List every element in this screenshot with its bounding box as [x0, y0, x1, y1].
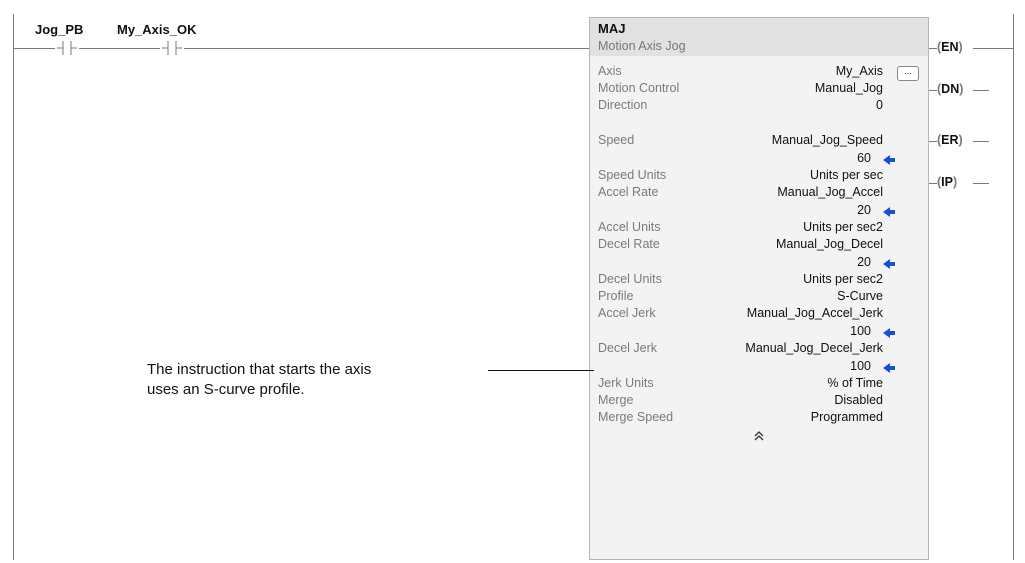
param-row-motion-control[interactable]: Motion Control Manual_Jog	[590, 81, 928, 98]
param-value[interactable]: Manual_Jog_Accel_Jerk	[747, 306, 883, 320]
output-coil-er[interactable]: (ER)	[937, 133, 963, 147]
value-arrow-icon	[883, 259, 895, 269]
param-label: Decel Units	[598, 272, 662, 286]
param-value[interactable]: Manual_Jog	[815, 81, 883, 95]
param-label: Direction	[598, 98, 648, 112]
param-value[interactable]: Units per sec2	[803, 272, 883, 286]
param-row-decel-current: 20	[590, 255, 928, 272]
rung-wire-er-right	[973, 141, 989, 142]
rung-wire-er	[929, 141, 937, 142]
param-label: Decel Jerk	[598, 341, 658, 355]
rung-wire-en	[929, 48, 937, 49]
param-row-decel-rate[interactable]: Decel Rate Manual_Jog_Decel	[590, 237, 928, 254]
block-header: MAJ Motion Axis Jog	[590, 18, 928, 56]
param-label: Axis	[598, 64, 622, 78]
param-row-accel-current: 20	[590, 203, 928, 220]
rung-wire-ip-right	[973, 183, 989, 184]
param-row-axis[interactable]: Axis My_Axis ...	[590, 64, 928, 81]
param-row-direction[interactable]: Direction 0	[590, 98, 928, 115]
browse-button[interactable]: ...	[897, 66, 919, 81]
param-label: Speed	[598, 133, 635, 147]
param-label: Profile	[598, 289, 634, 303]
param-label: Speed Units	[598, 168, 667, 182]
coil-label-dn: DN	[941, 82, 960, 96]
coil-label-ip: IP	[941, 175, 953, 189]
param-value[interactable]: Manual_Jog_Speed	[772, 133, 883, 147]
rung-wire-en-right	[973, 48, 1013, 49]
param-row-accel-jerk-current: 100	[590, 324, 928, 341]
coil-label-en: EN	[941, 40, 959, 54]
xic-contact-my-axis-ok[interactable]	[160, 40, 184, 56]
coil-label-er: ER	[941, 133, 959, 147]
param-row-merge[interactable]: Merge Disabled	[590, 393, 928, 410]
param-label: Accel Rate	[598, 185, 659, 199]
value-arrow-icon	[883, 328, 895, 338]
rung-wire-ip	[929, 183, 937, 184]
coil-close-paren: )	[952, 175, 958, 189]
param-row-accel-rate[interactable]: Accel Rate Manual_Jog_Accel	[590, 185, 928, 202]
right-power-rail	[1013, 14, 1014, 560]
current-value: 20	[857, 203, 871, 217]
param-label: Decel Rate	[598, 237, 660, 251]
callout-text-line1: The instruction that starts the axis	[147, 361, 372, 378]
instruction-description: Motion Axis Jog	[598, 39, 686, 53]
coil-close-paren: )	[959, 82, 964, 96]
rung-wire-left	[13, 48, 589, 49]
callout-text-line2: uses an S-curve profile.	[147, 381, 305, 398]
param-label: Accel Units	[598, 220, 661, 234]
param-value[interactable]: 0	[876, 98, 883, 112]
coil-close-paren: )	[958, 40, 963, 54]
param-label: Jerk Units	[598, 376, 654, 390]
rung-wire-dn-right	[973, 90, 989, 91]
param-row-speed-current: 60	[590, 151, 928, 168]
param-value[interactable]: Manual_Jog_Accel	[777, 185, 883, 199]
param-row-decel-jerk[interactable]: Decel Jerk Manual_Jog_Decel_Jerk	[590, 341, 928, 358]
instruction-name: MAJ	[598, 21, 626, 36]
current-value: 20	[857, 255, 871, 269]
value-arrow-icon	[883, 363, 895, 373]
param-value[interactable]: % of Time	[827, 376, 883, 390]
param-value[interactable]: Manual_Jog_Decel_Jerk	[745, 341, 883, 355]
current-value: 60	[857, 151, 871, 165]
output-coil-dn[interactable]: (DN)	[937, 82, 963, 96]
param-row-decel-jerk-current: 100	[590, 359, 928, 376]
param-value[interactable]: My_Axis	[836, 64, 883, 78]
current-value: 100	[850, 359, 871, 373]
param-label: Motion Control	[598, 81, 680, 95]
double-chevron-up-icon[interactable]	[753, 430, 765, 442]
param-row-accel-jerk[interactable]: Accel Jerk Manual_Jog_Accel_Jerk	[590, 306, 928, 323]
param-row-decel-units[interactable]: Decel Units Units per sec2	[590, 272, 928, 289]
contact-tag-jog-pb[interactable]: Jog_PB	[35, 22, 83, 37]
param-row-merge-speed[interactable]: Merge Speed Programmed	[590, 410, 928, 427]
param-row-jerk-units[interactable]: Jerk Units % of Time	[590, 376, 928, 393]
param-label: Merge Speed	[598, 410, 674, 424]
param-label: Merge	[598, 393, 634, 407]
param-row-speed[interactable]: Speed Manual_Jog_Speed	[590, 133, 928, 150]
current-value: 100	[850, 324, 871, 338]
param-value[interactable]: Programmed	[811, 410, 883, 424]
rung-wire-dn	[929, 90, 937, 91]
coil-close-paren: )	[958, 133, 963, 147]
xic-contact-jog-pb[interactable]	[55, 40, 79, 56]
param-value[interactable]: Units per sec2	[803, 220, 883, 234]
param-row-profile[interactable]: Profile S-Curve	[590, 289, 928, 306]
maj-instruction-block[interactable]: MAJ Motion Axis Jog Axis My_Axis ... Mot…	[589, 17, 929, 560]
contact-tag-my-axis-ok[interactable]: My_Axis_OK	[117, 22, 196, 37]
output-coil-ip[interactable]: (IP)	[937, 175, 957, 189]
param-value[interactable]: Units per sec	[810, 168, 883, 182]
param-label: Accel Jerk	[598, 306, 656, 320]
value-arrow-icon	[883, 207, 895, 217]
param-value[interactable]: Manual_Jog_Decel	[776, 237, 883, 251]
param-row-speed-units[interactable]: Speed Units Units per sec	[590, 168, 928, 185]
left-power-rail	[13, 14, 14, 560]
callout-leader-line	[488, 370, 594, 371]
output-coil-en[interactable]: (EN)	[937, 40, 963, 54]
param-row-accel-units[interactable]: Accel Units Units per sec2	[590, 220, 928, 237]
param-value[interactable]: Disabled	[834, 393, 883, 407]
value-arrow-icon	[883, 155, 895, 165]
param-value[interactable]: S-Curve	[837, 289, 883, 303]
